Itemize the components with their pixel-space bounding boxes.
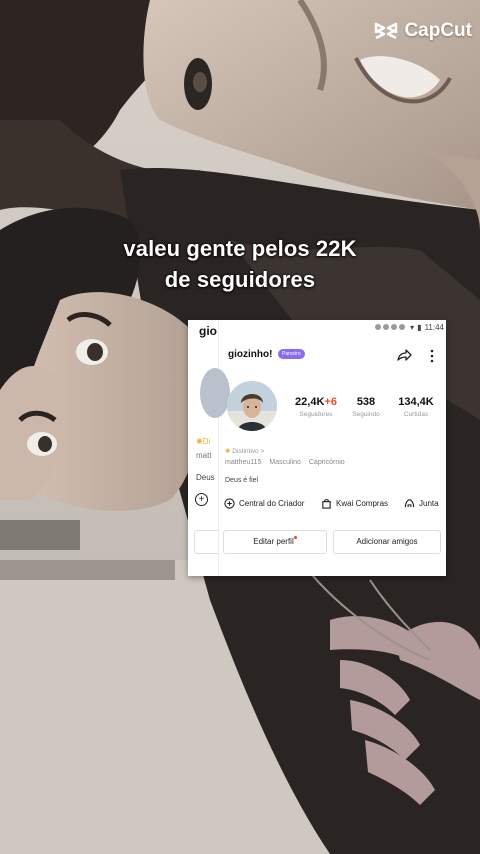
status-time: 11:44	[424, 323, 444, 332]
capcut-brand-text: CapCut	[404, 20, 472, 41]
signal-icon: ▾	[410, 323, 415, 332]
tag-handle: mattheu115	[225, 459, 262, 466]
profile-screenshot: gio ✺Di matt Deus + ▾ ▮ 11:44 giozinho! …	[188, 320, 446, 576]
capcut-watermark: CapCut	[374, 20, 472, 42]
kwai-shopping-label: Kwai Compras	[336, 499, 389, 508]
notification-icons	[375, 323, 407, 332]
profile-username: giozinho!	[228, 349, 273, 360]
shopping-bag-icon	[322, 499, 331, 509]
notification-dot	[293, 536, 297, 539]
battery-icon: ▮	[417, 323, 422, 332]
sun-icon: ✺Di	[196, 437, 211, 446]
likes-count: 134,4K	[398, 396, 434, 408]
together-label: Junta	[419, 499, 439, 508]
followers-count: 22,4K	[295, 396, 325, 408]
following-label: Seguindo	[352, 411, 380, 418]
followers-stat[interactable]: 22,4K+6 Seguidores	[291, 396, 341, 418]
tag-zodiac: Capricórnio	[308, 459, 345, 466]
share-icon[interactable]	[396, 347, 412, 363]
caption-line-1: valeu gente pelos 22K	[123, 236, 357, 261]
followers-delta: +6	[324, 396, 337, 408]
partner-badge: Parceiro	[278, 349, 305, 359]
following-stat[interactable]: 538 Seguindo	[346, 396, 386, 418]
badge-row-label: Distintivo	[232, 448, 259, 455]
sun-badge-icon: ✺	[225, 448, 231, 455]
together-link[interactable]: Junta	[404, 498, 439, 509]
kwai-shopping-link[interactable]: Kwai Compras	[321, 498, 388, 509]
edit-profile-label: Editar perfil	[253, 537, 294, 546]
plus-circle-icon: +	[195, 493, 208, 506]
profile-tags: mattheu115 Masculino Capricórnio	[225, 459, 351, 466]
more-options-icon[interactable]	[429, 348, 435, 364]
badge-row[interactable]: ✺ Distintivo >	[225, 447, 264, 455]
add-friends-button[interactable]: Adicionar amigos	[333, 530, 441, 554]
partial-button	[194, 530, 219, 554]
capcut-logo-icon	[375, 22, 398, 40]
profile-bio-text: Deus é fiel	[225, 477, 259, 484]
following-count: 538	[356, 396, 376, 408]
cropped-profile-strip: gio ✺Di matt Deus +	[188, 320, 230, 576]
status-bar: ▾ ▮ 11:44	[375, 323, 444, 332]
likes-stat[interactable]: 134,4K Curtidas	[393, 396, 439, 418]
partial-avatar	[200, 368, 230, 418]
likes-label: Curtidas	[403, 411, 429, 418]
partial-bio-3: Deus	[196, 473, 215, 482]
followers-label: Seguidores	[299, 411, 333, 418]
chevron-right-icon: >	[260, 448, 265, 455]
house-icon	[404, 499, 415, 508]
profile-avatar[interactable]	[227, 381, 277, 431]
partial-username: gio	[199, 324, 217, 338]
partial-bio-2: matt	[196, 451, 212, 460]
creator-center-label: Central do Criador	[239, 499, 305, 508]
edit-profile-button[interactable]: Editar perfil	[223, 530, 327, 554]
add-friends-label: Adicionar amigos	[356, 537, 418, 546]
video-caption: valeu gente pelos 22K de seguidores	[0, 233, 480, 295]
tag-gender: Masculino	[269, 459, 301, 466]
partial-bio: Di	[202, 437, 211, 446]
plus-circle-icon	[224, 498, 235, 509]
creator-center-link[interactable]: Central do Criador	[224, 498, 304, 509]
caption-line-2: de seguidores	[164, 267, 316, 292]
